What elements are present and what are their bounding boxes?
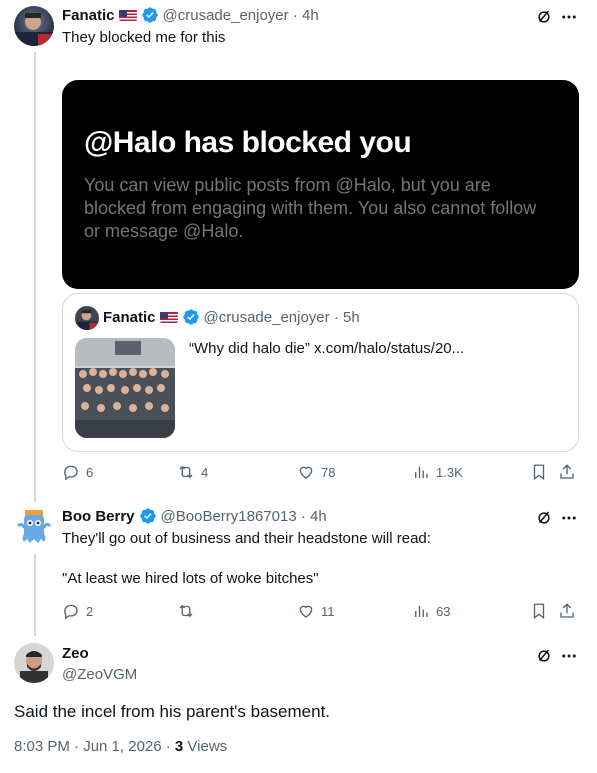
us-flag-icon [159,311,178,323]
verified-icon [141,6,159,24]
us-flag-icon [118,9,137,21]
views-button[interactable]: 1.3K [412,463,463,481]
main-post-text: Said the incel from his parent's basemen… [14,702,331,721]
post-text-line: "At least we hired lots of woke bitches" [62,570,319,587]
bookmark-button[interactable] [530,602,548,620]
view-count: 1.3K [436,464,463,480]
display-name: Fanatic [103,308,156,326]
like-button[interactable]: 78 [297,463,335,481]
bookmark-icon [533,603,545,620]
display-name[interactable]: Boo Berry [62,508,135,525]
timestamp[interactable]: 4h [302,7,319,24]
display-name[interactable]: Fanatic [62,7,115,24]
more-icon[interactable] [558,6,580,28]
like-count: 11 [321,603,335,619]
views-icon [415,466,428,478]
post-header: Boo Berry @BooBerry1867013 · 4h [62,507,327,525]
like-count: 78 [321,464,336,480]
views-count: 3 [174,738,184,755]
thread-line [34,554,36,636]
timestamp: 5h [343,308,360,326]
quoted-post-header: Fanatic @crusade_enjoyer · 5h [103,308,360,326]
post-text-line: They'll go out of business and their hea… [62,530,431,547]
like-button[interactable]: 11 [297,602,335,620]
reply-count: 2 [86,603,94,619]
media-title: @Halo has blocked you [84,126,412,159]
separator: · [288,6,302,24]
views-icon [415,605,428,617]
like-icon [299,605,313,618]
post-media-image[interactable]: @Halo has blocked you You can view publi… [62,80,579,289]
grok-icon[interactable] [533,645,555,667]
post-text: They blocked me for this [62,29,226,46]
repost-count: 4 [201,464,209,480]
separator: · [296,507,311,525]
post-header: Fanatic @crusade_enjoyer · 4h [62,6,319,24]
view-count: 63 [436,603,451,619]
reply-icon [64,604,78,620]
media-body: You can view public posts from @Halo, bu… [84,175,537,241]
share-button[interactable] [558,463,576,481]
share-icon [560,464,574,479]
post-handle-row: @ZeoVGM [62,666,137,683]
views-label: Views [183,738,228,755]
timestamp[interactable]: 4h [310,508,327,525]
action-bar: 6 4 78 1.3K [62,463,582,485]
handle[interactable]: @crusade_enjoyer [163,7,289,24]
handle[interactable]: @ZeoVGM [62,666,137,683]
repost-icon [179,465,193,479]
display-name[interactable]: Zeo [62,645,89,662]
quoted-post[interactable]: Fanatic @crusade_enjoyer · 5h “Why did h… [62,293,579,452]
repost-button[interactable] [177,602,201,620]
like-icon [299,466,313,479]
handle[interactable]: @BooBerry1867013 [161,508,297,525]
repost-icon [179,604,193,618]
quoted-post-thumbnail [75,338,175,438]
quoted-post-text: “Why did halo die” x.com/halo/status/20.… [189,340,465,357]
reply-icon [64,465,78,481]
separator: · [329,308,343,326]
avatar[interactable] [14,6,54,46]
share-icon [560,603,574,618]
post-timestamp[interactable]: 8:03 PM · Jun 1, 2026 · [14,738,175,755]
avatar[interactable] [14,643,54,683]
bookmark-button[interactable] [530,463,548,481]
reply-button[interactable]: 6 [62,463,93,481]
more-icon[interactable] [558,645,580,667]
avatar [75,306,99,330]
reply-button[interactable]: 2 [62,602,93,620]
avatar[interactable] [14,506,54,546]
reply-count: 6 [86,464,94,480]
bookmark-icon [533,464,545,481]
verified-icon [182,308,200,326]
grok-icon[interactable] [533,507,555,529]
grok-icon[interactable] [533,6,555,28]
action-bar: 2 11 63 [62,602,582,624]
repost-button[interactable]: 4 [177,463,208,481]
share-button[interactable] [558,602,576,620]
handle: @crusade_enjoyer [203,308,330,326]
thread-line [34,52,36,502]
post-header: Zeo [62,645,89,662]
more-icon[interactable] [558,507,580,529]
post-metadata: 8:03 PM · Jun 1, 2026 · 3 Views [14,738,227,755]
views-button[interactable]: 63 [412,602,450,620]
verified-icon [139,507,157,525]
